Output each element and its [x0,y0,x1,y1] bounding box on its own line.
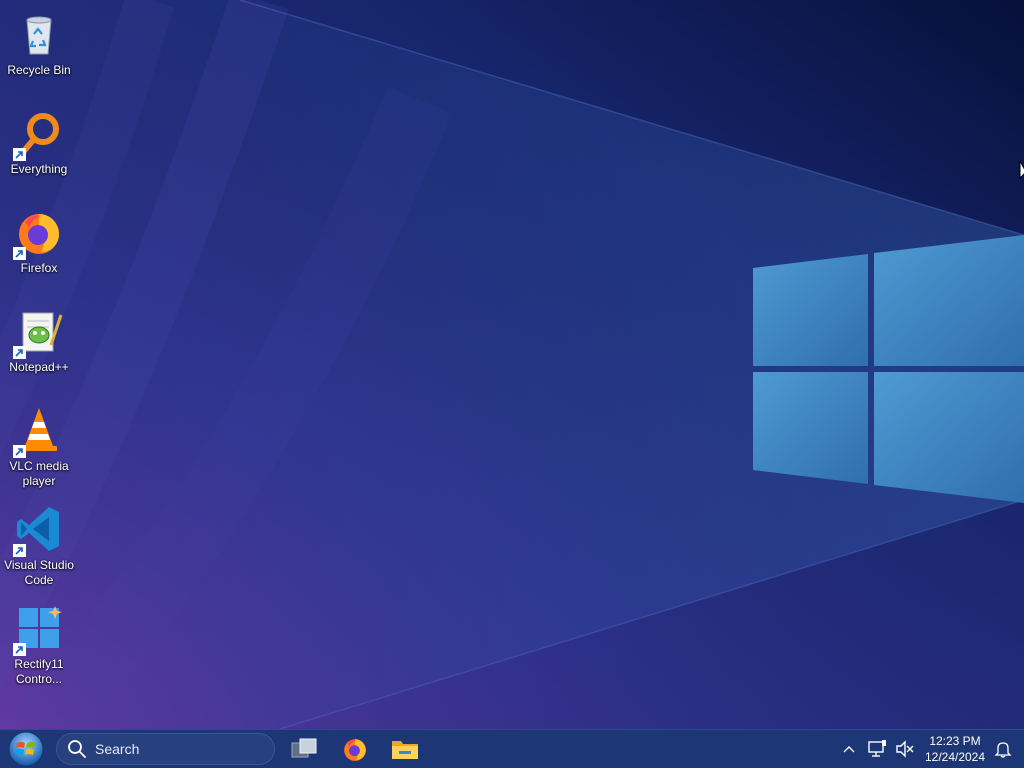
start-button[interactable] [6,731,46,767]
network-icon [868,740,886,757]
notification-center-button[interactable] [992,738,1014,760]
desktop-icon-label: Notepad++ [9,360,69,374]
vlc-cone-icon [13,406,63,458]
mouse-cursor-icon [1019,160,1024,180]
shortcut-arrow-icon [13,544,26,557]
shortcut-arrow-icon [13,148,26,161]
network-button[interactable] [866,738,888,760]
desktop-icon-notepad-plus-plus[interactable]: Notepad++ [0,301,78,393]
show-hidden-icons-button[interactable] [838,738,860,760]
volume-muted-icon [896,740,914,758]
task-view-icon [291,738,317,758]
desktop-icon-label: Firefox [20,261,58,275]
notification-bell-icon [994,742,1012,758]
clock-time: 12:23 PM [929,734,981,748]
shortcut-arrow-icon [13,643,26,656]
volume-button[interactable] [894,738,916,760]
taskbar-firefox-button[interactable] [337,732,373,766]
taskbar-clock[interactable]: 12:23 PM 12/24/2024 [922,733,988,765]
taskbar: Search 12:23 PM 12/24/2024 [0,729,1024,768]
folder-icon [392,741,418,759]
desktop-icon-label: Rectify11 Contro... [14,657,64,686]
desktop-icon-rectify11[interactable]: Rectify11 Contro... [0,598,78,690]
search-input[interactable]: Search [56,733,275,765]
firefox-icon [344,739,366,761]
desktop-icon-label: Everything [10,162,68,176]
shortcut-arrow-icon [13,346,26,359]
shortcut-arrow-icon [13,247,26,260]
desktop-icon-label: Visual Studio Code [4,558,74,587]
desktop-icon-vlc[interactable]: VLC media player [0,400,78,492]
notepad-plus-plus-icon [13,307,63,359]
chevron-up-icon [843,746,855,753]
rectify11-control-panel-icon [13,604,63,656]
desktop-icon-label: VLC media player [9,459,69,488]
recycle-bin-icon [15,10,63,58]
clock-date: 12/24/2024 [924,750,986,764]
windows-orb-icon [8,731,44,767]
desktop-icon-everything[interactable]: Everything [0,103,78,195]
search-placeholder: Search [95,741,140,757]
taskbar-file-explorer-button[interactable] [387,732,423,766]
everything-search-icon [13,109,63,161]
firefox-icon [13,208,63,260]
desktop-icon-firefox[interactable]: Firefox [0,202,78,294]
shortcut-arrow-icon [13,445,26,458]
vscode-icon [13,505,63,557]
desktop-icon-vscode[interactable]: Visual Studio Code [0,499,78,591]
search-icon [68,740,86,758]
desktop-icon-label: Recycle Bin [7,63,71,77]
desktop-wallpaper [0,0,1024,729]
desktop-icon-recycle-bin[interactable]: Recycle Bin [0,4,78,96]
task-view-button[interactable] [286,732,322,766]
